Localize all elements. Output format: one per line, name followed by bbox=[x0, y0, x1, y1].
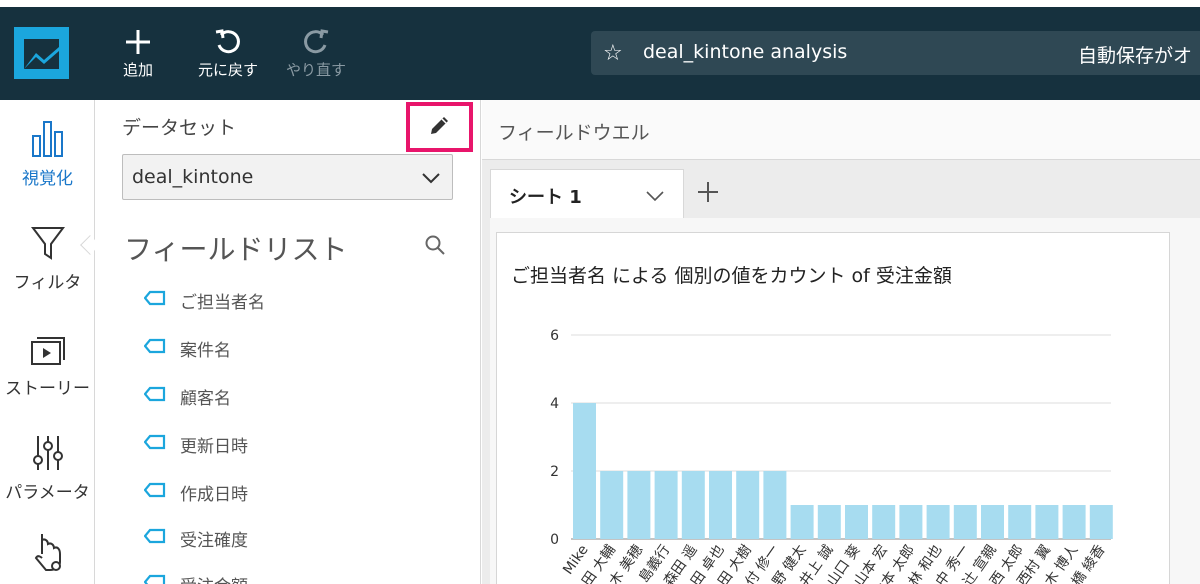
rail-label-story: ストーリー bbox=[5, 379, 90, 399]
y-tick-label: 6 bbox=[550, 328, 559, 344]
rail-label-visualize: 視覚化 bbox=[22, 169, 73, 189]
field-label: 作成日時 bbox=[180, 485, 248, 505]
sliders-icon bbox=[0, 428, 95, 472]
field-well-label: フィールドウエル bbox=[498, 122, 650, 144]
rail-item-parameters[interactable]: パラメータ bbox=[0, 428, 95, 503]
analysis-name-bar[interactable]: ☆ deal_kintone analysis 自動保存がオ bbox=[591, 31, 1200, 75]
touch-settings-icon bbox=[0, 530, 95, 574]
bar[interactable] bbox=[573, 403, 596, 539]
field-item[interactable]: 更新日時 bbox=[143, 432, 248, 457]
search-icon[interactable] bbox=[424, 234, 446, 260]
y-tick-label: 0 bbox=[550, 532, 559, 548]
dimension-tag-icon bbox=[143, 386, 166, 407]
sheet-canvas: ご担当者名 による 個別の値をカウント of 受注金額 0 2 4 6 Mike 田 大輔… bbox=[490, 218, 1200, 584]
bar[interactable] bbox=[845, 505, 868, 539]
edit-dataset-button[interactable] bbox=[406, 102, 473, 152]
top-toolbar: 追加 元に戻す やり直す ☆ deal_kintone analysis 自動保… bbox=[0, 0, 1200, 100]
field-item[interactable]: 受注確度 bbox=[143, 526, 248, 551]
field-item[interactable]: ご担当者名 bbox=[143, 288, 265, 313]
plus-icon bbox=[112, 25, 164, 59]
redo-button[interactable]: やり直す bbox=[278, 25, 354, 80]
chevron-down-icon[interactable] bbox=[645, 186, 665, 210]
bar[interactable] bbox=[1089, 505, 1113, 539]
dimension-tag-icon bbox=[143, 574, 166, 584]
bar[interactable] bbox=[872, 505, 896, 539]
left-nav-rail: 視覚化 フィルタ ストーリー パラメータ bbox=[0, 100, 100, 584]
tab-sheet-1[interactable]: シート 1 bbox=[490, 169, 684, 218]
add-label: 追加 bbox=[122, 61, 153, 79]
dimension-tag-icon bbox=[143, 434, 166, 455]
filter-icon bbox=[0, 218, 95, 262]
pencil-icon bbox=[428, 113, 452, 141]
star-icon[interactable]: ☆ bbox=[603, 41, 623, 66]
bar-chart-icon bbox=[0, 114, 95, 158]
field-label: 更新日時 bbox=[180, 437, 248, 457]
bar[interactable] bbox=[600, 471, 624, 539]
data-panel: データセット deal_kintone フィールドリスト ご担当者名 案件名 顧… bbox=[96, 100, 481, 584]
rail-item-actions[interactable] bbox=[0, 530, 95, 580]
field-label: 顧客名 bbox=[180, 389, 231, 409]
bar[interactable] bbox=[1062, 505, 1086, 539]
autosave-status[interactable]: 自動保存がオ bbox=[1078, 41, 1192, 68]
y-tick-label: 2 bbox=[550, 464, 559, 480]
bar[interactable] bbox=[790, 505, 814, 539]
field-item[interactable]: 作成日時 bbox=[143, 480, 248, 505]
undo-button[interactable]: 元に戻す bbox=[190, 25, 266, 80]
sheet-tab-label: シート 1 bbox=[509, 187, 582, 208]
redo-icon bbox=[278, 25, 354, 59]
add-button[interactable]: 追加 bbox=[112, 25, 164, 80]
bar[interactable] bbox=[1008, 505, 1032, 539]
undo-icon bbox=[190, 25, 266, 59]
field-list-title: フィールドリスト bbox=[124, 233, 348, 266]
rail-label-filter: フィルタ bbox=[13, 273, 82, 293]
bar[interactable] bbox=[763, 471, 787, 539]
undo-label: 元に戻す bbox=[197, 61, 258, 79]
add-sheet-button[interactable] bbox=[696, 178, 720, 211]
bar[interactable] bbox=[899, 505, 923, 539]
redo-label: やり直す bbox=[285, 61, 346, 79]
field-label: ご担当者名 bbox=[180, 293, 265, 313]
bar[interactable] bbox=[1035, 505, 1059, 539]
y-tick-label: 4 bbox=[550, 396, 559, 412]
field-item[interactable]: 案件名 bbox=[143, 336, 231, 361]
bar[interactable] bbox=[709, 471, 732, 539]
quicksight-logo[interactable] bbox=[14, 27, 69, 79]
plus-icon bbox=[698, 182, 718, 202]
bar[interactable] bbox=[981, 505, 1004, 539]
analysis-main: フィールドウエル シート 1 ご担当者名 による 個別の値をカウント of 受注… bbox=[482, 100, 1200, 584]
field-item[interactable]: 顧客名 bbox=[143, 384, 231, 409]
rail-item-filter[interactable]: フィルタ bbox=[0, 218, 95, 293]
bar[interactable] bbox=[926, 505, 950, 539]
bar[interactable] bbox=[953, 505, 977, 539]
field-label: 受注金額 bbox=[180, 572, 248, 584]
bar[interactable] bbox=[681, 471, 705, 539]
field-label: 案件名 bbox=[180, 341, 231, 361]
bar[interactable] bbox=[736, 471, 760, 539]
dimension-tag-icon bbox=[143, 528, 166, 549]
rail-item-visualize[interactable]: 視覚化 bbox=[0, 114, 95, 189]
bar[interactable] bbox=[817, 505, 841, 539]
field-label: 受注確度 bbox=[180, 531, 248, 551]
analysis-title[interactable]: deal_kintone analysis bbox=[643, 41, 847, 63]
bar-chart: 0246Mike田 大輔木 美穂島義行森田 遥田 卓也田 大樹付 修一野 健太井… bbox=[550, 328, 1113, 584]
sheet-tabs: シート 1 bbox=[482, 160, 1200, 218]
field-item[interactable]: 受注金額 bbox=[143, 572, 248, 584]
dimension-tag-icon bbox=[143, 338, 166, 359]
dimension-tag-icon bbox=[143, 482, 166, 503]
bar-chart-visual[interactable]: ご担当者名 による 個別の値をカウント of 受注金額 0 2 4 6 Mike 田 大輔… bbox=[496, 232, 1170, 584]
toolbar-background: 追加 元に戻す やり直す ☆ deal_kintone analysis 自動保… bbox=[0, 7, 1200, 100]
story-icon bbox=[0, 324, 95, 368]
field-well[interactable]: フィールドウエル bbox=[482, 100, 1200, 160]
dataset-select-value: deal_kintone bbox=[132, 166, 254, 188]
dataset-select[interactable]: deal_kintone bbox=[122, 154, 453, 200]
bar[interactable] bbox=[654, 471, 678, 539]
chevron-down-icon bbox=[420, 167, 442, 194]
rail-label-parameters: パラメータ bbox=[5, 483, 90, 503]
rail-item-story[interactable]: ストーリー bbox=[0, 324, 95, 399]
dataset-label: データセット bbox=[122, 117, 237, 139]
dimension-tag-icon bbox=[143, 290, 166, 311]
bar[interactable] bbox=[627, 471, 651, 539]
